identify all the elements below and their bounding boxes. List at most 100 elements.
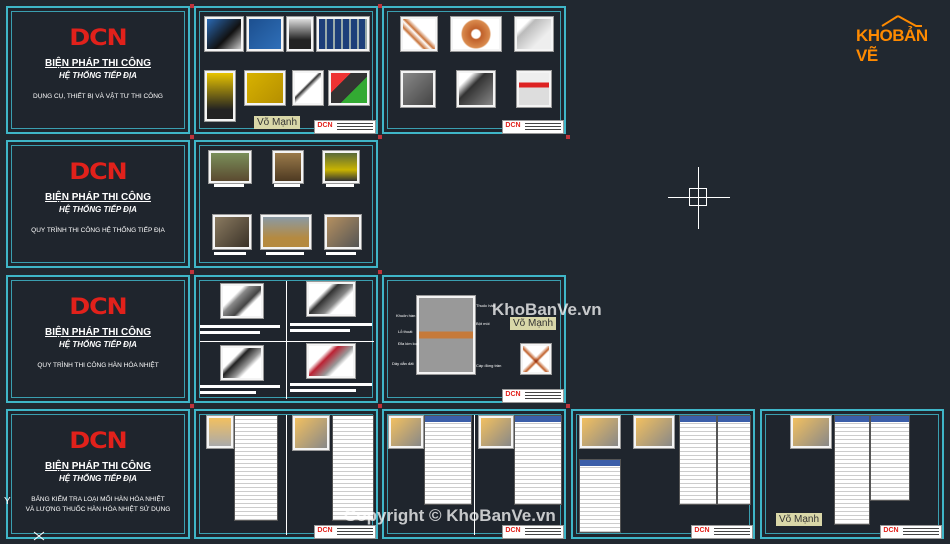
caption-bar — [290, 389, 356, 392]
mold-photo — [400, 70, 436, 108]
joint-marker — [378, 404, 382, 408]
description-line-1: BẢNG KIỂM TRA LOẠI MỐI HÀN HÓA NHIỆT — [31, 496, 165, 503]
title-block: DCN — [502, 120, 564, 134]
data-table — [234, 415, 278, 521]
step-photo-4 — [212, 214, 252, 250]
sheet-title: BIỆN PHÁP THI CÔNG — [45, 58, 151, 69]
caption-bar — [326, 252, 356, 255]
weld-mold-diagram — [416, 295, 476, 375]
step-photo-3 — [322, 150, 360, 184]
toolkit-photo — [316, 16, 370, 52]
inspection-box-photo — [514, 16, 554, 52]
title-block-logo: DCN — [316, 527, 334, 535]
process-sheet[interactable] — [194, 140, 378, 268]
brand-part-1: KHO — [856, 26, 893, 45]
title-block-logo: DCN — [693, 527, 711, 535]
data-table — [679, 415, 717, 505]
shovel-photo — [292, 70, 324, 106]
title-sheet-2[interactable]: DCN BIỆN PHÁP THI CÔNG HỆ THỐNG TIẾP ĐỊA… — [6, 140, 190, 268]
caption-bar — [200, 391, 256, 394]
sheet-description: QUY TRÌNH THI CÔNG HỆ THỐNG TIẾP ĐỊA — [31, 227, 165, 234]
caption-bar — [200, 385, 280, 388]
label-conductor: Dây dẫn đất — [392, 361, 414, 366]
drill-photo — [204, 16, 244, 52]
company-logo: DCN — [69, 26, 127, 51]
step-photo-2 — [272, 150, 304, 184]
weld-detail-sheet[interactable]: Khuôn hàn Lỗ thoát Đĩa kim loại Dây dẫn … — [382, 275, 566, 403]
joint-type-photo — [579, 415, 621, 449]
materials-sheet[interactable]: DCN — [382, 6, 566, 134]
caption-bar — [326, 184, 354, 187]
driller-photo — [204, 70, 236, 122]
company-logo: DCN — [69, 160, 127, 185]
joint-marker — [378, 4, 382, 8]
joint-marker — [190, 135, 194, 139]
toolcase-photo — [246, 16, 284, 52]
step-photo-5 — [260, 214, 312, 250]
title-block-logo: DCN — [504, 122, 522, 130]
joint-marker — [190, 4, 194, 8]
weld-step-4-photo — [306, 343, 356, 379]
title-sheet-4[interactable]: DCN BIỆN PHÁP THI CÔNG HỆ THỐNG TIẾP ĐỊA… — [6, 409, 190, 539]
title-block-logo: DCN — [316, 122, 334, 130]
label-mold: Khuôn hàn — [396, 313, 416, 318]
data-table — [870, 415, 910, 501]
joint-marker — [566, 135, 570, 139]
joint-type-photo — [633, 415, 675, 449]
caption-bar — [290, 323, 372, 326]
meter-photo — [328, 70, 370, 106]
joint-type-photo — [206, 415, 234, 449]
joint-type-photo — [292, 415, 330, 451]
sheet-title: BIỆN PHÁP THI CÔNG — [45, 461, 151, 472]
title-block: DCN — [880, 525, 942, 539]
caption-bar — [274, 184, 300, 187]
powder-photo — [516, 70, 552, 108]
description-line-2: VÀ LƯỢNG THUỐC HÀN HÓA NHIỆT SỬ DỤNG — [25, 506, 171, 513]
title-sheet-3[interactable]: DCN BIỆN PHÁP THI CÔNG HỆ THỐNG TIẾP ĐỊA… — [6, 275, 190, 403]
sheet-title: BIỆN PHÁP THI CÔNG — [45, 192, 151, 203]
khobanve-brand-text: KHOBẢN VẼ — [856, 26, 950, 66]
label-bare-cable: Cáp đồng trần — [476, 363, 502, 368]
data-table — [424, 415, 472, 505]
company-logo: DCN — [69, 295, 127, 320]
watermark-copyright: Copyright © KhoBanVe.vn — [344, 506, 556, 525]
sheet-subtitle: HỆ THỐNG TIẾP ĐỊA — [59, 474, 137, 483]
copper-rod-photo — [400, 16, 438, 52]
author-tag: Võ Mạnh — [254, 116, 301, 129]
cursor-pickbox — [689, 188, 707, 206]
joint-type-photo — [478, 415, 514, 449]
author-tag: Võ Mạnh — [776, 513, 823, 526]
sheet-description: QUY TRÌNH THI CÔNG HÀN HÓA NHIỆT — [37, 362, 159, 369]
clamp-photo — [456, 70, 496, 108]
tools-sheet[interactable]: Võ Mạnh DCN — [194, 6, 378, 134]
label-starter: Bột mồi — [476, 321, 490, 326]
company-logo: DCN — [69, 429, 127, 454]
joint-marker — [190, 270, 194, 274]
title-block: DCN — [314, 525, 376, 539]
data-table — [514, 415, 562, 505]
step-photo-1 — [208, 150, 252, 184]
joint-marker — [566, 404, 570, 408]
data-table — [717, 415, 751, 505]
title-block-logo: DCN — [504, 527, 522, 535]
label-disc: Đĩa kim loại — [398, 341, 419, 346]
joint-marker — [378, 135, 382, 139]
sheet-description: DỤNG CỤ, THIẾT BỊ VÀ VẬT TƯ THI CÔNG — [33, 93, 163, 100]
title-block: DCN — [314, 120, 376, 134]
sheet-subtitle: HỆ THỐNG TIẾP ĐỊA — [59, 71, 137, 80]
weld-table-sheet-4[interactable]: Võ Mạnh DCN — [760, 409, 944, 539]
copper-cable-photo — [450, 16, 502, 52]
joint-marker — [190, 404, 194, 408]
joint-type-photo — [790, 415, 832, 449]
sheet-subtitle: HỆ THỐNG TIẾP ĐỊA — [59, 340, 137, 349]
divider-v — [286, 281, 287, 399]
sheet-description: BẢNG KIỂM TRA LOẠI MỐI HÀN HÓA NHIỆT VÀ … — [8, 495, 188, 515]
data-table — [834, 415, 870, 525]
weld-step-3-photo — [220, 345, 264, 381]
weld-table-sheet-3[interactable]: DCN — [571, 409, 755, 539]
ucs-axis-icon — [33, 531, 45, 541]
joint-type-photo — [388, 415, 424, 449]
welding-steps-sheet[interactable] — [194, 275, 378, 403]
title-sheet-1[interactable]: DCN BIỆN PHÁP THI CÔNG HỆ THỐNG TIẾP ĐỊA… — [6, 6, 190, 134]
sheet-subtitle: HỆ THỐNG TIẾP ĐỊA — [59, 205, 137, 214]
